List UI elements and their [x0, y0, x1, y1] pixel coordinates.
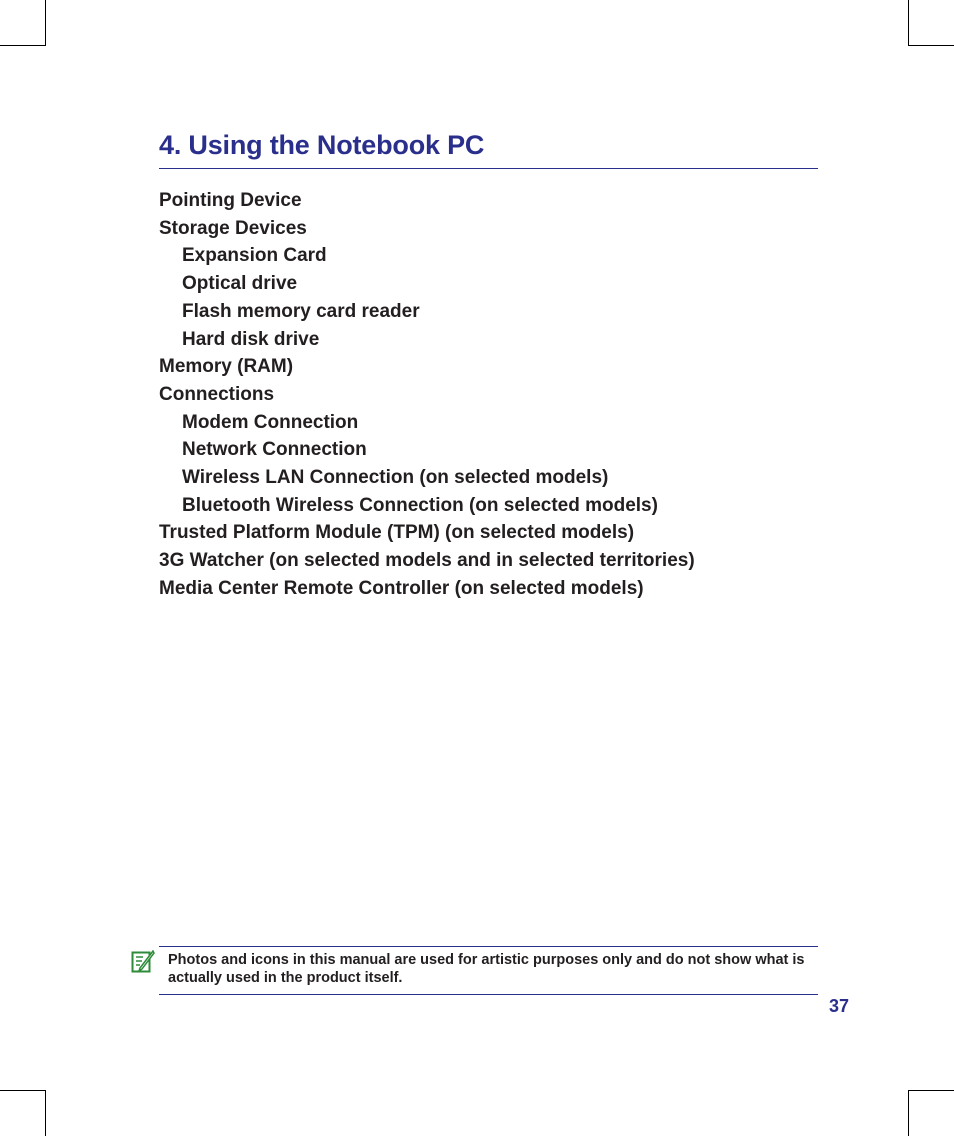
crop-mark-bottom-left-h — [0, 1090, 46, 1091]
note-bottom-divider — [159, 994, 818, 995]
toc-item: Connections — [159, 383, 275, 405]
toc-item: Optical drive — [182, 273, 298, 295]
crop-mark-top-left-v — [45, 0, 46, 45]
toc-item: Storage Devices — [159, 217, 307, 239]
note-pencil-icon — [131, 949, 155, 974]
crop-mark-top-left-h — [0, 45, 46, 46]
chapter-title: 4. Using the Notebook PC — [159, 130, 485, 160]
toc-item: Flash memory card reader — [182, 300, 420, 322]
toc-item: Wireless LAN Connection (on selected mod… — [182, 467, 609, 489]
title-divider — [159, 168, 818, 169]
note-text: Photos and icons in this manual are used… — [168, 952, 805, 986]
page-number: 37 — [829, 996, 850, 1016]
toc-item: Memory (RAM) — [159, 356, 294, 378]
toc-item: 3G Watcher (on selected models and in se… — [159, 550, 695, 572]
toc-item: Trusted Platform Module (TPM) (on select… — [159, 522, 635, 544]
toc-item: Network Connection — [182, 439, 367, 461]
toc-item: Expansion Card — [182, 245, 327, 267]
crop-mark-top-right-h — [908, 45, 954, 46]
toc-item: Modem Connection — [182, 411, 359, 433]
toc-item: Media Center Remote Controller (on selec… — [159, 577, 644, 599]
toc-item: Pointing Device — [159, 190, 302, 211]
crop-mark-bottom-left-v — [45, 1090, 46, 1136]
crop-mark-top-right-v — [908, 0, 909, 45]
crop-mark-bottom-right-v — [908, 1090, 909, 1136]
crop-mark-bottom-right-h — [908, 1090, 954, 1091]
note-top-divider — [159, 946, 818, 947]
toc-item: Bluetooth Wireless Connection (on select… — [182, 494, 658, 516]
toc-item: Hard disk drive — [182, 328, 320, 350]
table-of-contents: Pointing Device Storage Devices Expansion … — [159, 187, 695, 603]
